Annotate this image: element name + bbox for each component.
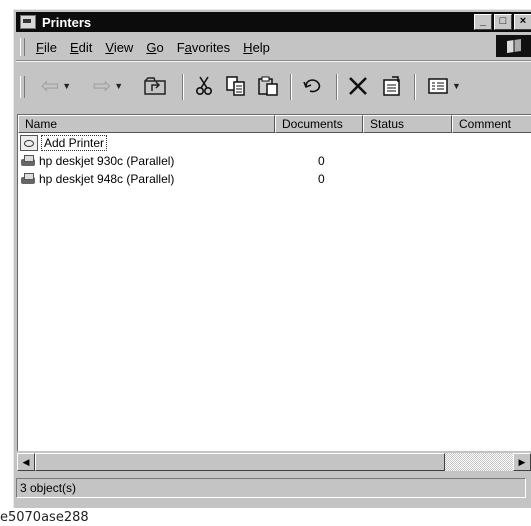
status-bar: 3 object(s) (16, 476, 531, 500)
back-icon: ⇦ (40, 73, 60, 98)
horizontal-scrollbar[interactable]: ◀ ▶ (17, 453, 531, 471)
up-folder-button[interactable] (140, 72, 170, 100)
paste-icon (258, 76, 278, 96)
cut-icon (195, 76, 213, 96)
status-text: 3 object(s) (16, 478, 526, 498)
window-title: Printers (42, 14, 92, 30)
toolbar-separator (414, 74, 416, 100)
menu-edit[interactable]: Edit (70, 40, 92, 55)
scroll-left-button[interactable]: ◀ (17, 453, 35, 471)
copy-icon (226, 76, 245, 96)
properties-button[interactable] (378, 72, 406, 100)
list-item-label: Add Printer (41, 135, 108, 151)
printer-icon (20, 172, 36, 186)
menu-go[interactable]: Go (146, 40, 163, 55)
list-item-add-printer[interactable]: Add Printer (20, 134, 108, 152)
delete-icon (349, 77, 367, 95)
menu-file[interactable]: File (36, 40, 57, 55)
chevron-down-icon: ▼ (452, 81, 461, 91)
back-button[interactable]: ⇦ ▼ (34, 72, 78, 100)
scrollbar-thumb[interactable] (35, 453, 445, 471)
figure-caption: e5070ase288 (0, 510, 89, 525)
windows-logo-icon (496, 35, 531, 57)
file-list-view[interactable]: Name Documents Status Comment Add Printe… (17, 114, 531, 451)
up-folder-icon (144, 77, 166, 95)
toolbar-separator (336, 74, 338, 100)
paste-button[interactable] (254, 72, 282, 100)
column-header-documents[interactable]: Documents (275, 115, 363, 133)
minimize-button[interactable]: _ (474, 14, 492, 30)
menu-favorites[interactable]: Favorites (177, 40, 230, 55)
toolbar-separator (182, 74, 184, 100)
toolbar: ⇦ ▼ ⇨ ▼ ▼ (16, 62, 531, 108)
toolbar-grip[interactable] (20, 76, 25, 98)
documents-count: 0 (318, 172, 325, 186)
add-printer-icon (20, 135, 38, 151)
list-item-printer[interactable]: hp deskjet 948c (Parallel) (20, 170, 174, 188)
delete-button[interactable] (344, 72, 372, 100)
menu-grip[interactable] (20, 38, 25, 56)
cut-button[interactable] (190, 72, 218, 100)
arrow-left-icon: ◀ (22, 457, 30, 467)
views-button[interactable]: ▼ (422, 72, 466, 100)
chevron-down-icon: ▼ (114, 81, 124, 91)
close-button[interactable]: × (514, 14, 531, 30)
documents-count: 0 (318, 154, 325, 168)
column-header-status[interactable]: Status (363, 115, 452, 133)
column-header-comment[interactable]: Comment (452, 115, 531, 133)
printers-folder-icon (20, 15, 36, 29)
menu-help[interactable]: Help (243, 40, 270, 55)
forward-icon: ⇨ (92, 73, 112, 98)
properties-icon (383, 76, 400, 96)
list-item-label: hp deskjet 930c (Parallel) (39, 154, 175, 168)
column-header-name[interactable]: Name (18, 115, 275, 133)
maximize-button[interactable]: □ (494, 14, 512, 30)
title-bar[interactable]: Printers _ □ × (16, 12, 531, 32)
printer-icon (20, 154, 36, 168)
list-item-label: hp deskjet 948c (Parallel) (39, 172, 175, 186)
copy-button[interactable] (222, 72, 250, 100)
list-item-printer[interactable]: hp deskjet 930c (Parallel) (20, 152, 174, 170)
printers-window: Printers _ □ × File Edit View Go Favorit… (13, 9, 531, 508)
menu-view[interactable]: View (105, 40, 133, 55)
views-icon (428, 78, 448, 94)
arrow-right-icon: ▶ (518, 457, 526, 467)
undo-icon (303, 79, 321, 93)
forward-button[interactable]: ⇨ ▼ (86, 72, 130, 100)
undo-button[interactable] (298, 72, 328, 100)
chevron-down-icon: ▼ (62, 81, 72, 91)
scroll-right-button[interactable]: ▶ (513, 453, 531, 471)
menu-bar: File Edit View Go Favorites Help (16, 34, 531, 61)
window-controls: _ □ × (472, 14, 531, 30)
toolbar-separator (290, 74, 292, 100)
